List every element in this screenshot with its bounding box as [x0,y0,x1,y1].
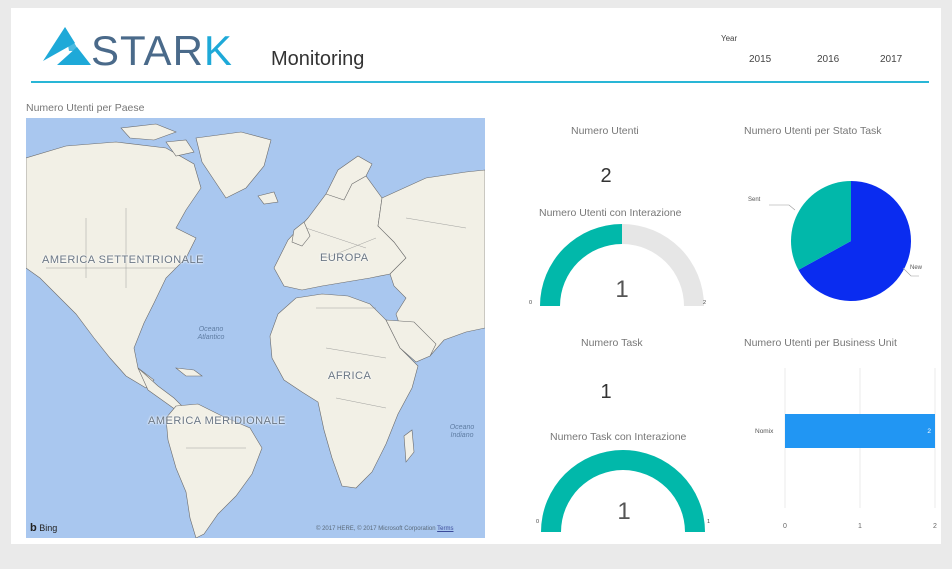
gauge-tasks-value: 1 [617,498,631,525]
pie-label-sent: Sent [748,197,761,203]
stark-logo: STARK [39,21,244,77]
kpi-tasks-title: Numero Task [581,337,643,349]
terms-link[interactable]: Terms [437,526,453,532]
label-south-america: AMERICA MERIDIONALE [148,415,286,427]
logo-text: STARK [91,27,233,75]
label-atlantic-ocean: Oceano Atlantico [197,326,225,341]
label-africa: AFRICA [328,370,372,382]
gauge-users-value: 1 [615,276,629,303]
world-map[interactable]: AMERICA SETTENTRIONALE EUROPA AFRICA AME… [26,118,485,538]
bar-chart[interactable]: 0 1 2 Nomix 2 [731,358,941,528]
gauge-users-min: 0 [529,300,533,306]
pie-leader-sent [769,204,796,211]
gauge-tasks-max: 1 [707,519,711,525]
pie-chart-title: Numero Utenti per Stato Task [744,125,882,137]
logo-text-main: STAR [91,27,204,74]
gauge-users-title: Numero Utenti con Interazione [539,207,682,219]
gauge-users-max: 2 [703,300,707,306]
pie-chart[interactable] [731,158,941,308]
dashboard-canvas: STARK Monitoring Year 2015 2016 2017 Num… [11,8,941,544]
logo-text-accent: K [203,27,233,74]
map-copyright: © 2017 HERE, © 2017 Microsoft Corporatio… [316,526,453,532]
gauge-tasks-min: 0 [536,519,540,525]
copyright-text: © 2017 HERE, © 2017 Microsoft Corporatio… [316,526,436,532]
bar-category-label: Nomix [755,428,774,435]
stark-logo-icon [43,27,91,65]
gauge-tasks-title: Numero Task con Interazione [550,431,687,443]
world-map-graphic [26,123,485,538]
label-europe: EUROPA [320,252,369,264]
year-option-2017[interactable]: 2017 [880,54,902,65]
label-indian-ocean: Oceano Indiano [449,424,475,439]
bar-chart-title: Numero Utenti per Business Unit [744,337,897,349]
bar-nomix[interactable] [785,414,935,448]
year-option-2015[interactable]: 2015 [749,54,771,65]
map-title: Numero Utenti per Paese [26,102,145,114]
bing-icon: b [30,522,37,534]
label-north-america: AMERICA SETTENTRIONALE [42,254,204,266]
kpi-users-title: Numero Utenti [571,125,639,137]
page-title: Monitoring [271,48,365,70]
bing-attribution: b Bing [30,522,57,534]
bar-x-tick-0: 0 [783,523,787,528]
pie-label-new: New [910,265,923,271]
bar-data-label: 2 [927,428,931,435]
kpi-users-value: 2 [600,165,612,187]
kpi-tasks-value: 1 [600,381,612,403]
year-option-2016[interactable]: 2016 [817,54,839,65]
bing-label: Bing [39,523,58,533]
bar-x-tick-2: 2 [933,523,937,528]
year-slicer-label: Year [721,34,738,43]
bar-x-tick-1: 1 [858,523,862,528]
header-divider [31,81,929,83]
